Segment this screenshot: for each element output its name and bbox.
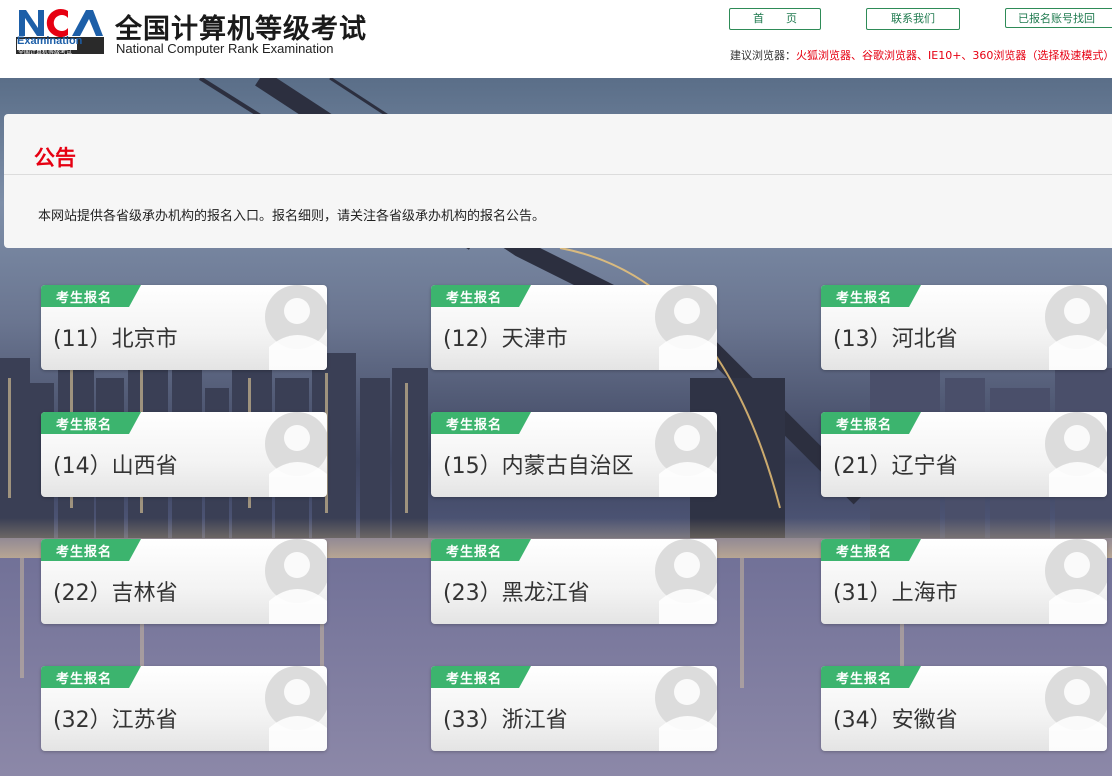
site-header: Examination 全国计算机等级考试 全国计算机等级考试 National… (0, 0, 1112, 78)
ncre-logo[interactable]: Examination 全国计算机等级考试 (16, 6, 104, 56)
province-label: (22）吉林省 (53, 581, 178, 606)
notice-text: 本网站提供各省级承办机构的报名入口。报名细则，请关注各省级承办机构的报名公告。 (38, 209, 546, 224)
browser-tip: 建议浏览器：火狐浏览器、谷歌浏览器、IE10+、360浏览器（选择极速模式） (730, 47, 1112, 63)
registration-tag: 考生报名 (446, 545, 503, 560)
province-label: (11）北京市 (53, 327, 178, 352)
notice-panel: 公告 本网站提供各省级承办机构的报名入口。报名细则，请关注各省级承办机构的报名公… (4, 114, 1112, 248)
person-silhouette-icon (265, 539, 327, 624)
province-label: (15）内蒙古自治区 (443, 454, 634, 479)
province-card[interactable]: 考生报名 (32）江苏省 (41, 666, 327, 751)
province-label: (21）辽宁省 (833, 454, 958, 479)
province-label: (14）山西省 (53, 454, 178, 479)
province-label: (31）上海市 (833, 581, 958, 606)
registration-tag: 考生报名 (836, 418, 893, 433)
province-card[interactable]: 考生报名 (33）浙江省 (431, 666, 717, 751)
province-label: (23）黑龙江省 (443, 581, 590, 606)
notice-divider (4, 174, 1112, 175)
browser-tip-browsers: 火狐浏览器、谷歌浏览器、IE10+、360浏览器（选择极速模式） (796, 49, 1112, 62)
province-label: (34）安徽省 (833, 708, 958, 733)
logo-tagline: 全国计算机等级考试 (18, 49, 73, 56)
registration-tag: 考生报名 (836, 672, 893, 687)
province-label: (32）江苏省 (53, 708, 178, 733)
person-silhouette-icon (655, 412, 717, 497)
person-silhouette-icon (265, 666, 327, 751)
province-label: (12）天津市 (443, 327, 568, 352)
nav-account-recovery-button[interactable]: 已报名账号找回 (1005, 8, 1112, 28)
person-silhouette-icon (655, 666, 717, 751)
browser-tip-prefix: 建议浏览器： (730, 49, 796, 62)
province-card[interactable]: 考生报名 (22）吉林省 (41, 539, 327, 624)
registration-tag: 考生报名 (56, 418, 113, 433)
province-card[interactable]: 考生报名 (23）黑龙江省 (431, 539, 717, 624)
province-label: (13）河北省 (833, 327, 958, 352)
registration-tag: 考生报名 (446, 418, 503, 433)
province-card[interactable]: 考生报名 (11）北京市 (41, 285, 327, 370)
person-silhouette-icon (1045, 666, 1107, 751)
logo-word: Examination (17, 35, 83, 47)
province-card[interactable]: 考生报名 (34）安徽省 (821, 666, 1107, 751)
province-card[interactable]: 考生报名 (15）内蒙古自治区 (431, 412, 717, 497)
nav-home-button[interactable]: 首 页 (729, 8, 821, 30)
province-label: (33）浙江省 (443, 708, 568, 733)
province-card[interactable]: 考生报名 (12）天津市 (431, 285, 717, 370)
person-silhouette-icon (1045, 285, 1107, 370)
registration-tag: 考生报名 (836, 545, 893, 560)
person-silhouette-icon (655, 539, 717, 624)
registration-tag: 考生报名 (446, 672, 503, 687)
province-card[interactable]: 考生报名 (21）辽宁省 (821, 412, 1107, 497)
person-silhouette-icon (655, 285, 717, 370)
province-card[interactable]: 考生报名 (14）山西省 (41, 412, 327, 497)
site-subtitle: National Computer Rank Examination (116, 41, 334, 56)
province-card[interactable]: 考生报名 (31）上海市 (821, 539, 1107, 624)
notice-title: 公告 (34, 146, 76, 170)
person-silhouette-icon (1045, 539, 1107, 624)
registration-tag: 考生报名 (56, 545, 113, 560)
registration-tag: 考生报名 (836, 291, 893, 306)
person-silhouette-icon (265, 285, 327, 370)
person-silhouette-icon (1045, 412, 1107, 497)
registration-tag: 考生报名 (446, 291, 503, 306)
nav-contact-button[interactable]: 联系我们 (866, 8, 960, 30)
province-card[interactable]: 考生报名 (13）河北省 (821, 285, 1107, 370)
registration-tag: 考生报名 (56, 672, 113, 687)
person-silhouette-icon (265, 412, 327, 497)
registration-tag: 考生报名 (56, 291, 113, 306)
